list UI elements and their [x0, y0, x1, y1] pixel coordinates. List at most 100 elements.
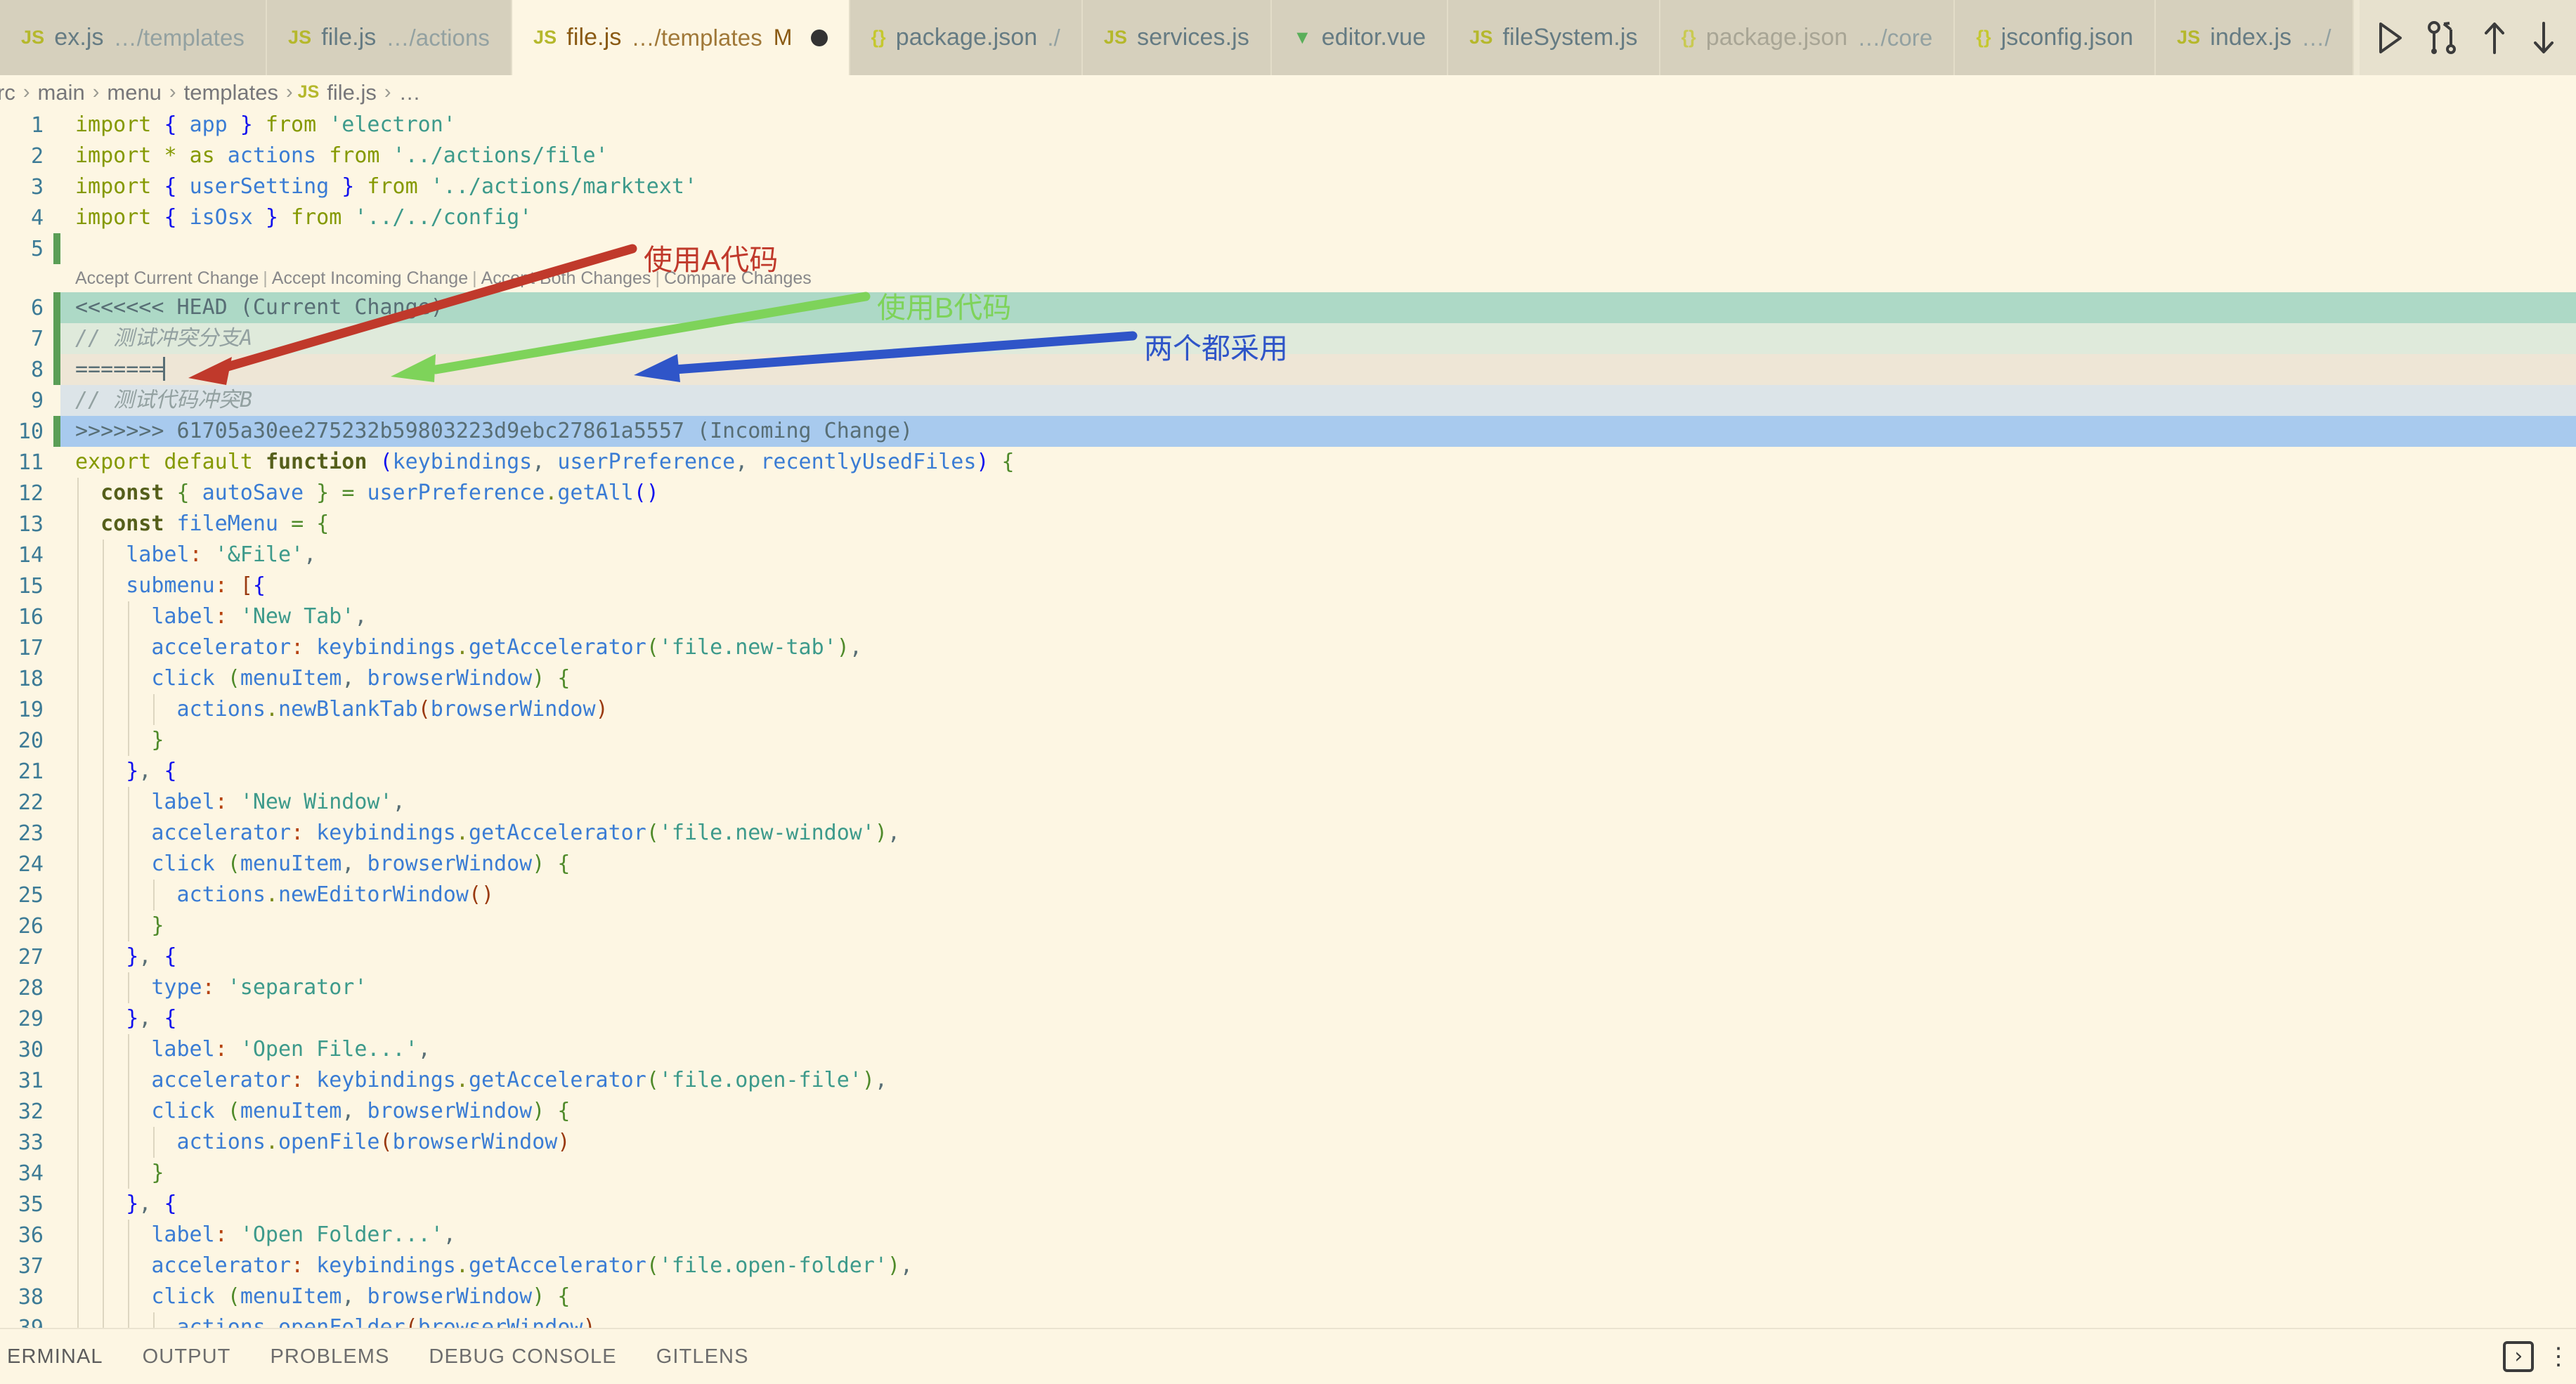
code-line-content[interactable]: export default function (keybindings, us…	[60, 447, 2576, 478]
code-line-content[interactable]: label: '&File',	[60, 540, 2576, 570]
code-line[interactable]: 15 submenu: [{	[0, 570, 2576, 601]
code-line[interactable]: 9 // 测试代码冲突B	[0, 385, 2576, 416]
breadcrumb-item-0[interactable]: rc	[0, 80, 18, 105]
panel-tab-gitlens[interactable]: GITLENS	[637, 1345, 769, 1369]
code-line[interactable]: 3 import { userSetting } from '../actions…	[0, 171, 2576, 202]
editor-tab-package-json-7[interactable]: {} package.json …/core	[1660, 0, 1956, 75]
code-line[interactable]: 20 }	[0, 725, 2576, 756]
breadcrumb-item-1[interactable]: main	[35, 80, 88, 105]
code-line-content[interactable]: click (menuItem, browserWindow) {	[60, 1096, 2576, 1127]
code-line-content[interactable]: type: 'separator'	[60, 972, 2576, 1003]
code-line[interactable]: 28 type: 'separator'	[0, 972, 2576, 1003]
tab-dirty-indicator[interactable]	[810, 29, 828, 46]
panel-tab-debug-console[interactable]: DEBUG CONSOLE	[409, 1345, 636, 1369]
code-line[interactable]: 37 accelerator: keybindings.getAccelerat…	[0, 1251, 2576, 1281]
editor-tab-fileSystem-js-6[interactable]: JS fileSystem.js	[1448, 0, 1660, 75]
code-line-content[interactable]: accelerator: keybindings.getAccelerator(…	[60, 1251, 2576, 1281]
editor-tab-file-js-2[interactable]: JS file.js …/templates M	[512, 0, 850, 75]
code-line-content[interactable]: accelerator: keybindings.getAccelerator(…	[60, 818, 2576, 849]
code-line[interactable]: 13 const fileMenu = {	[0, 509, 2576, 540]
editor-tab-ex-js-0[interactable]: JS ex.js …/templates	[0, 0, 267, 75]
arrow-down-icon[interactable]	[2530, 20, 2558, 56]
code-line-content[interactable]: >>>>>>> 61705a30ee275232b59803223d9ebc27…	[60, 416, 2576, 447]
breadcrumb-item-3[interactable]: templates	[181, 80, 281, 105]
code-line-content[interactable]: click (menuItem, browserWindow) {	[60, 1281, 2576, 1312]
editor-tab-jsconfig-json-8[interactable]: {} jsconfig.json	[1955, 0, 2156, 75]
more-actions-icon[interactable]: ⋮	[2546, 1343, 2572, 1371]
code-line[interactable]: 32 click (menuItem, browserWindow) {	[0, 1096, 2576, 1127]
code-line[interactable]: 23 accelerator: keybindings.getAccelerat…	[0, 818, 2576, 849]
codelens-accept-incoming-change[interactable]: Accept Incoming Change	[272, 268, 468, 288]
code-line-content[interactable]: import { app } from 'electron'	[60, 110, 2576, 141]
code-line[interactable]: 4 import { isOsx } from '../../config'	[0, 202, 2576, 233]
code-editor[interactable]: 1 import { app } from 'electron' 2 import *…	[0, 110, 2576, 1328]
code-line[interactable]: 26 }	[0, 910, 2576, 941]
code-line[interactable]: 2 import * as actions from '../actions/fi…	[0, 141, 2576, 171]
code-line-content[interactable]: }	[60, 725, 2576, 756]
code-line[interactable]: 12 const { autoSave } = userPreference.g…	[0, 478, 2576, 509]
code-line[interactable]: 36 label: 'Open Folder...',	[0, 1220, 2576, 1251]
code-line-content[interactable]: =======	[60, 354, 2576, 385]
code-line[interactable]: 24 click (menuItem, browserWindow) {	[0, 849, 2576, 880]
split-compare-icon[interactable]	[2426, 20, 2459, 56]
editor-tab-index-js-9[interactable]: JS index.js …/	[2155, 0, 2354, 75]
new-terminal-icon[interactable]: ›	[2503, 1341, 2534, 1372]
code-line-content[interactable]: }, {	[60, 1003, 2576, 1034]
code-line-content[interactable]: actions.openFile(browserWindow)	[60, 1127, 2576, 1158]
code-line[interactable]: 10 >>>>>>> 61705a30ee275232b59803223d9ebc…	[0, 416, 2576, 447]
code-line-content[interactable]: import { userSetting } from '../actions/…	[60, 171, 2576, 202]
code-line[interactable]: 29 }, {	[0, 1003, 2576, 1034]
codelens-accept-current-change[interactable]: Accept Current Change	[75, 268, 259, 288]
code-line-content[interactable]: // 测试冲突分支A	[60, 323, 2576, 354]
breadcrumb-item-5[interactable]: …	[396, 80, 424, 105]
code-line-content[interactable]: import { isOsx } from '../../config'	[60, 202, 2576, 233]
codelens-accept-both-changes[interactable]: Accept Both Changes	[481, 268, 651, 288]
editor-tab-services-js-4[interactable]: JS services.js	[1082, 0, 1272, 75]
code-line[interactable]: 25 actions.newEditorWindow()	[0, 880, 2576, 910]
code-line[interactable]: 1 import { app } from 'electron'	[0, 110, 2576, 141]
code-line[interactable]: 14 label: '&File',	[0, 540, 2576, 570]
code-line-content[interactable]: }, {	[60, 756, 2576, 787]
code-line-content[interactable]: accelerator: keybindings.getAccelerator(…	[60, 1065, 2576, 1096]
code-line-content[interactable]: label: 'New Tab',	[60, 601, 2576, 632]
code-line-content[interactable]: // 测试代码冲突B	[60, 385, 2576, 416]
code-line-content[interactable]: }, {	[60, 941, 2576, 972]
code-line-content[interactable]: }	[60, 1158, 2576, 1189]
code-line[interactable]: 8 =======	[0, 354, 2576, 385]
code-line-content[interactable]: <<<<<<< HEAD (Current Change)	[60, 292, 2576, 323]
panel-tab-erminal[interactable]: ERMINAL	[0, 1345, 123, 1369]
code-line-content[interactable]: label: 'Open File...',	[60, 1034, 2576, 1065]
run-icon[interactable]	[2375, 21, 2405, 55]
code-line[interactable]: 11 export default function (keybindings, …	[0, 447, 2576, 478]
code-line[interactable]: 35 }, {	[0, 1189, 2576, 1220]
code-line[interactable]: 19 actions.newBlankTab(browserWindow)	[0, 694, 2576, 725]
code-line-content[interactable]: import * as actions from '../actions/fil…	[60, 141, 2576, 171]
code-line-content[interactable]: const { autoSave } = userPreference.getA…	[60, 478, 2576, 509]
code-line[interactable]: 39 actions.openFolder(browserWindow)	[0, 1312, 2576, 1328]
code-line[interactable]: 22 label: 'New Window',	[0, 787, 2576, 818]
editor-tab-file-js-1[interactable]: JS file.js …/actions	[267, 0, 513, 75]
code-line[interactable]: 5	[0, 233, 2576, 264]
code-line[interactable]: 34 }	[0, 1158, 2576, 1189]
editor-tab-package-json-3[interactable]: {} package.json ./	[850, 0, 1083, 75]
code-line[interactable]: 17 accelerator: keybindings.getAccelerat…	[0, 632, 2576, 663]
code-line-content[interactable]: submenu: [{	[60, 570, 2576, 601]
arrow-up-icon[interactable]	[2480, 20, 2509, 56]
code-line[interactable]: 31 accelerator: keybindings.getAccelerat…	[0, 1065, 2576, 1096]
code-line[interactable]: 27 }, {	[0, 941, 2576, 972]
breadcrumb-item-4[interactable]: file.js	[324, 80, 379, 105]
panel-tab-output[interactable]: OUTPUT	[123, 1345, 251, 1369]
code-line-content[interactable]: label: 'Open Folder...',	[60, 1220, 2576, 1251]
code-line-content[interactable]: const fileMenu = {	[60, 509, 2576, 540]
code-line-content[interactable]: actions.openFolder(browserWindow)	[60, 1312, 2576, 1328]
code-line-content[interactable]	[60, 233, 2576, 264]
code-line[interactable]: 30 label: 'Open File...',	[0, 1034, 2576, 1065]
breadcrumb-item-2[interactable]: menu	[104, 80, 164, 105]
code-line-content[interactable]: }, {	[60, 1189, 2576, 1220]
code-line[interactable]: 38 click (menuItem, browserWindow) {	[0, 1281, 2576, 1312]
code-line-content[interactable]: actions.newEditorWindow()	[60, 880, 2576, 910]
code-line-content[interactable]: click (menuItem, browserWindow) {	[60, 663, 2576, 694]
editor-tab-editor-vue-5[interactable]: ▼ editor.vue	[1271, 0, 1449, 75]
code-line-content[interactable]: }	[60, 910, 2576, 941]
code-line[interactable]: 18 click (menuItem, browserWindow) {	[0, 663, 2576, 694]
